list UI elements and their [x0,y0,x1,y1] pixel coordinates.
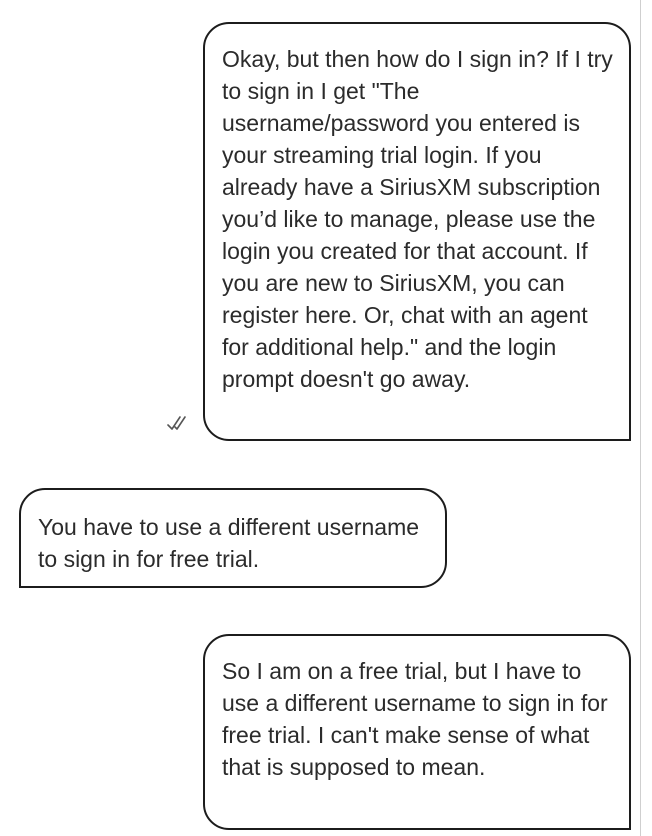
double-check-icon [167,416,186,430]
message-text: So I am on a free trial, but I have to u… [222,658,608,780]
scrollbar-divider [640,0,641,836]
incoming-message: You have to use a different username to … [19,488,447,588]
chat-transcript: Okay, but then how do I sign in? If I tr… [0,0,640,836]
outgoing-message: So I am on a free trial, but I have to u… [203,634,631,830]
message-text: Okay, but then how do I sign in? If I tr… [222,46,613,392]
message-text: You have to use a different username to … [38,514,420,572]
outgoing-message: Okay, but then how do I sign in? If I tr… [203,22,631,441]
